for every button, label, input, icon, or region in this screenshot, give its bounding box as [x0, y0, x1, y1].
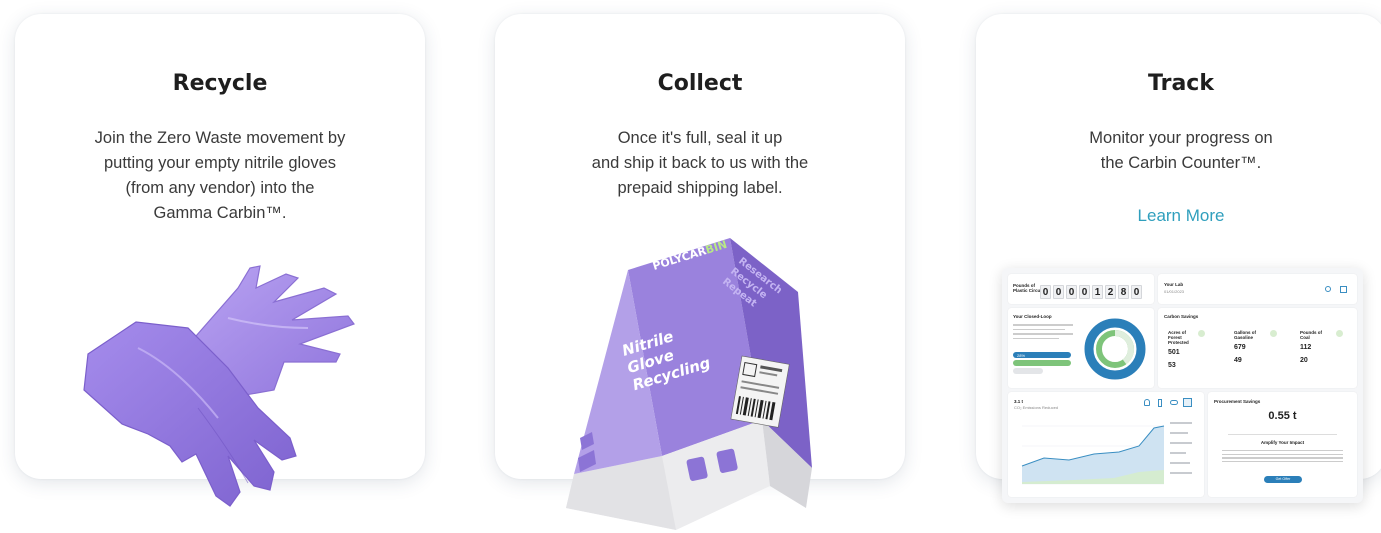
emissions-value: 3.1 t [1014, 399, 1024, 404]
cloud-icon [1170, 400, 1178, 405]
user-icon [1325, 286, 1331, 292]
procurement-title: Procurement Savings [1214, 399, 1261, 404]
emissions-chart-panel: 3.1 t CO₂ Emissions Reduced [1008, 392, 1204, 497]
leaf-icon [1336, 330, 1343, 337]
polycarbin-box-image: POLYCARBIN Research Recycle Repeat Nitri… [566, 238, 812, 530]
box-icon [1183, 398, 1192, 407]
closed-loop-panel: Your Closed-Loop 28% [1008, 308, 1154, 388]
lab-title: Your Lab [1164, 282, 1184, 287]
collect-title: Collect [657, 71, 743, 96]
procurement-panel: Procurement Savings 0.55 t Amplify Your … [1208, 392, 1357, 497]
document-icon [1340, 286, 1347, 293]
collect-description: Once it's full, seal it up and ship it b… [591, 129, 809, 197]
carbin-counter-dashboard-image: Pounds of Plastic Circulated 00001280 Yo… [1002, 268, 1363, 503]
loop-bar-blue: 28% [1013, 352, 1071, 358]
loop-bar-green [1013, 360, 1071, 366]
carbon-savings-title: Carbon Savings [1164, 314, 1199, 319]
emissions-area-chart [1021, 422, 1192, 485]
recycle-description: Join the Zero Waste movement by putting … [94, 129, 346, 222]
closed-loop-title: Your Closed-Loop [1013, 314, 1052, 319]
amplify-title: Amplify Your Impact [1260, 440, 1305, 445]
get-offer-button[interactable]: Get Offer [1264, 476, 1302, 483]
carbon-savings-panel: Carbon Savings Acres of Forest Protected… [1158, 308, 1357, 388]
counter-digits: 00001280 [1040, 282, 1144, 300]
lab-panel: Your Lab 01/01/2023 [1158, 274, 1357, 304]
counter-panel: Pounds of Plastic Circulated 00001280 [1008, 274, 1154, 304]
leaf-icon [1270, 330, 1277, 337]
lab-date: 01/01/2023 [1164, 289, 1185, 294]
learn-more-link[interactable]: Learn More [976, 206, 1381, 226]
stat-coal: Pounds of Coal 112 20 [1300, 330, 1322, 364]
stat-gasoline: Gallons of Gasoline 679 49 [1234, 330, 1257, 364]
track-description: Monitor your progress on the Carbin Coun… [1089, 129, 1273, 172]
recycle-title: Recycle [172, 71, 268, 96]
bolt-icon [1158, 399, 1162, 407]
nitrile-gloves-image [83, 265, 355, 507]
leaf-icon [1198, 330, 1205, 337]
emissions-subtitle: CO₂ Emissions Reduced [1014, 405, 1059, 410]
closed-loop-ring-chart [1084, 318, 1146, 380]
stat-acres: Acres of Forest Protected 501 53 [1168, 330, 1189, 369]
drop-icon [1144, 399, 1150, 406]
procurement-value: 0.55 t [1268, 410, 1297, 422]
loop-bar-grey [1013, 368, 1043, 374]
track-title: Track [1148, 71, 1214, 96]
